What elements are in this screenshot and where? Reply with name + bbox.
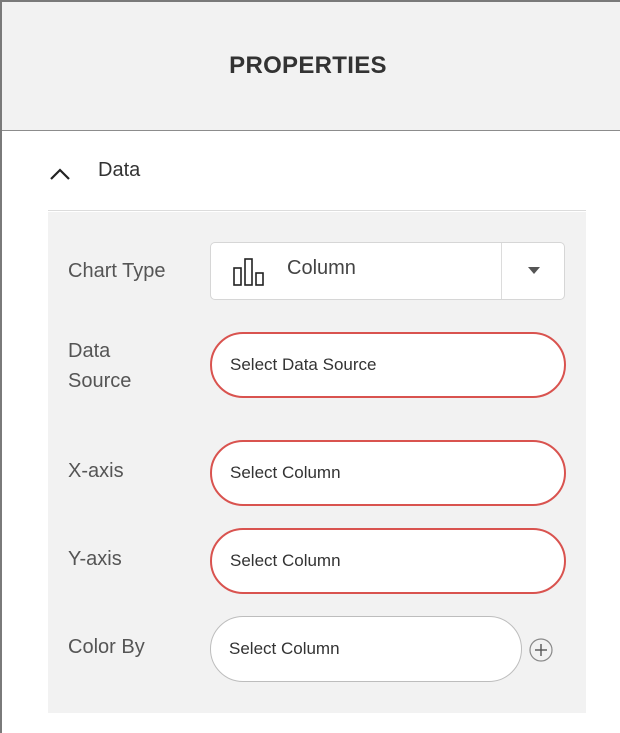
x-axis-label: X-axis [68, 460, 124, 482]
y-axis-label: Y-axis [68, 548, 122, 570]
data-source-placeholder: Select Data Source [230, 355, 377, 374]
data-section-toggle[interactable]: Data [48, 150, 586, 211]
x-axis-input[interactable]: Select Column [210, 440, 566, 506]
add-color-by-icon[interactable] [529, 638, 553, 662]
column-chart-icon [233, 258, 264, 286]
data-source-label-line2: Source [68, 370, 132, 392]
chart-type-value: Column [287, 257, 356, 279]
chart-type-label: Chart Type [68, 260, 166, 282]
data-source-label-line1: Data [68, 340, 111, 362]
panel-title: PROPERTIES [229, 52, 387, 79]
x-axis-placeholder: Select Column [230, 463, 341, 482]
y-axis-placeholder: Select Column [230, 551, 341, 570]
dropdown-divider [501, 243, 502, 299]
color-by-label: Color By [68, 636, 145, 658]
color-by-input[interactable]: Select Column [210, 616, 522, 682]
section-label: Data [98, 159, 141, 181]
caret-down-icon[interactable] [528, 267, 540, 275]
chart-type-dropdown[interactable]: Column [210, 242, 565, 300]
y-axis-input[interactable]: Select Column [210, 528, 566, 594]
color-by-placeholder: Select Column [229, 639, 340, 658]
data-source-input[interactable]: Select Data Source [210, 332, 566, 398]
data-section-body: Chart Type Column Data Source Select Dat… [48, 212, 586, 713]
properties-panel: PROPERTIES Data Chart Type Column Data S… [0, 0, 620, 733]
chevron-up-icon [50, 168, 70, 180]
data-source-label: Data Source [68, 336, 131, 396]
panel-header: PROPERTIES [2, 0, 620, 131]
